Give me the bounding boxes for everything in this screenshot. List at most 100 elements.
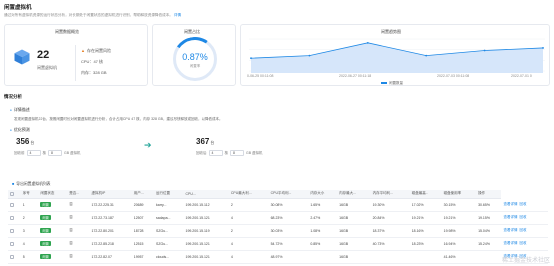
col-check[interactable] [8, 190, 21, 199]
page: 闲置虚拟机 通过对所有虚拟机资源的运行状态分析，对长期处于闲置状态的虚拟机进行识… [0, 0, 554, 266]
page-description: 通过对所有虚拟机资源的运行状态分析，对长期处于闲置状态的虚拟机进行识别，帮助释放… [4, 13, 182, 17]
cell-disk-max: 19.98% [441, 224, 477, 238]
col-header[interactable]: 闲置状态 [38, 190, 68, 199]
table-row[interactable]: 2 闲置 否 172.22.73.187 12507 sadapa... 199.200.1… [8, 211, 548, 225]
cell-ip: 172.22.82.07 [89, 250, 132, 264]
cell-no: 4 [20, 237, 39, 251]
data-point[interactable] [308, 54, 311, 57]
data-point[interactable] [250, 57, 252, 60]
row-checkbox[interactable] [10, 228, 14, 233]
table-row[interactable]: 5 闲置 否 172.22.82.07 19957 clouds... 199.200.15… [8, 250, 548, 264]
cell-mem: 16GB [337, 250, 371, 264]
recycle-link[interactable]: 回收 [519, 241, 526, 245]
col-header[interactable]: 序号 [20, 190, 39, 199]
col-header[interactable]: CPU... [183, 190, 229, 199]
table-row[interactable]: 3 闲置 否 172.22.80.201 18728 SZGu... 199.200.15.… [8, 224, 548, 238]
cell-user: 18728 [131, 224, 155, 238]
cell-mem-max [370, 250, 410, 264]
trend-legend: 闲置数量 [381, 81, 403, 86]
cell-disk-max: 16.94% [441, 237, 477, 251]
cell-status: 闲置 [38, 211, 68, 225]
row-checkbox-cell[interactable] [8, 198, 21, 212]
cell-loc: 199.200.15.121 [183, 211, 229, 225]
data-point[interactable] [425, 54, 428, 57]
stat-mem: 内存：328 GB [81, 70, 107, 75]
cell-ip: 172.22.73.187 [89, 211, 132, 225]
rate-value: 0.87% [182, 52, 208, 62]
col-header[interactable]: CPU最大利... [228, 190, 269, 199]
rate-card: 闲置占比 0.87% 闲置率 [152, 24, 236, 86]
data-point[interactable] [542, 47, 544, 49]
col-header[interactable]: 磁盘最高.. [409, 190, 442, 199]
trend-card: 闲置趋势图 0-06-25 00:11:08 2022-06-27 00:11:… [240, 24, 550, 86]
row-checkbox-cell[interactable] [8, 211, 21, 225]
cell-mem-max: 19.30% [370, 198, 410, 212]
cell-user: 12515 [131, 237, 155, 251]
row-checkbox[interactable] [10, 202, 14, 207]
view-detail-link[interactable]: 查看详情 [503, 228, 517, 232]
cell-no: 5 [20, 250, 39, 264]
table-row[interactable]: 1 闲置 否 172.22.225.31 20689 karry... 199.200.15… [8, 198, 548, 212]
status-badge: 闲置 [40, 254, 51, 259]
cell-disk: 19.15% [476, 211, 502, 225]
cell-cpu-avg: 0.85% [308, 237, 338, 251]
x-tick: 2022-06-27 00:11:18 [339, 74, 372, 78]
cell-flag: 否 [67, 211, 90, 225]
status-badge: 闲置 [40, 241, 51, 246]
table-row[interactable]: 4 闲置否 172.22.85.218 12515 SZGu... 199.200.15.… [8, 237, 548, 251]
col-header[interactable]: 用户... [131, 190, 155, 199]
cell-mem-max: 40.73% [370, 237, 410, 251]
col-header[interactable]: 内存大小 [308, 190, 338, 199]
cell-mem: 16GB [337, 211, 371, 225]
cell-disk-max: 41.46% [441, 250, 477, 264]
col-header[interactable]: 内存最大... [337, 190, 371, 199]
recycle-link[interactable]: 回收 [519, 215, 526, 219]
server-stack-icon [14, 49, 30, 65]
recycle-link[interactable]: 回收 [519, 202, 526, 206]
col-header[interactable]: CPU平均利... [268, 190, 309, 199]
rate-label: 闲置率 [189, 64, 201, 68]
view-detail-link[interactable]: 查看详情 [503, 241, 517, 245]
view-detail-link[interactable]: 查看详情 [503, 215, 517, 219]
cell-owner: SZGu... [154, 224, 184, 238]
row-checkbox[interactable] [10, 254, 14, 259]
before-mem-select[interactable]: 8 [48, 150, 62, 156]
row-checkbox[interactable] [10, 241, 14, 246]
data-point[interactable] [483, 49, 486, 52]
row-checkbox-cell[interactable] [8, 224, 21, 238]
cell-loc: 199.200.15.121 [183, 237, 229, 251]
divider [75, 45, 76, 81]
cell-mem: 16GB [337, 198, 371, 212]
col-header[interactable]: 运行位置 [154, 190, 184, 199]
row-checkbox[interactable] [10, 215, 14, 220]
more-link[interactable]: 详情 [174, 13, 181, 17]
col-header[interactable]: 是否... [67, 190, 90, 199]
select-all-checkbox[interactable] [10, 191, 14, 196]
after-mem-select[interactable]: 8 [230, 150, 244, 156]
summary-card: 闲置数据概览 22 闲置虚拟机 ▲ 存在闲置风险 CPU：47 核 内存：328 … [4, 24, 148, 86]
col-header[interactable]: 内存平均利... [370, 190, 410, 199]
cell-disk: 15.24% [476, 237, 502, 251]
cell-cpu-max: 68.23% [268, 211, 309, 225]
cell-cpu-avg: 2.47% [308, 211, 338, 225]
col-header[interactable]: 操作 [476, 190, 502, 199]
data-point[interactable] [366, 41, 369, 44]
cell-mem-avg [409, 250, 442, 264]
cell-cpu: 2 [228, 224, 269, 238]
col-header[interactable]: 磁盘使用率 [441, 190, 477, 199]
cell-ip: 172.22.225.31 [89, 198, 132, 212]
view-detail-link[interactable]: 查看详情 [503, 202, 517, 206]
cell-actions: 查看详情 回收 [501, 211, 548, 225]
after-cpu-select[interactable]: 4 [208, 150, 223, 156]
recycle-link[interactable]: 回收 [519, 228, 526, 232]
cell-mem-max: 18.37% [370, 224, 410, 238]
before-cpu-select[interactable]: 4 [26, 150, 41, 156]
idle-vm-table: 序号 闲置状态 是否... 虚拟机IP 用户... 运行位置 CPU... CP… [8, 190, 548, 264]
cell-disk-max: 19.21% [441, 211, 477, 225]
row-checkbox-cell[interactable] [8, 237, 21, 251]
export-list-button[interactable]: 导出闲置虚拟机列表 [12, 182, 50, 187]
watermark: 稀土掘金技术社区 [501, 258, 550, 264]
cell-cpu-max: 30.08% [268, 198, 309, 212]
row-checkbox-cell[interactable] [8, 250, 21, 264]
col-header[interactable]: 虚拟机IP [89, 190, 132, 199]
